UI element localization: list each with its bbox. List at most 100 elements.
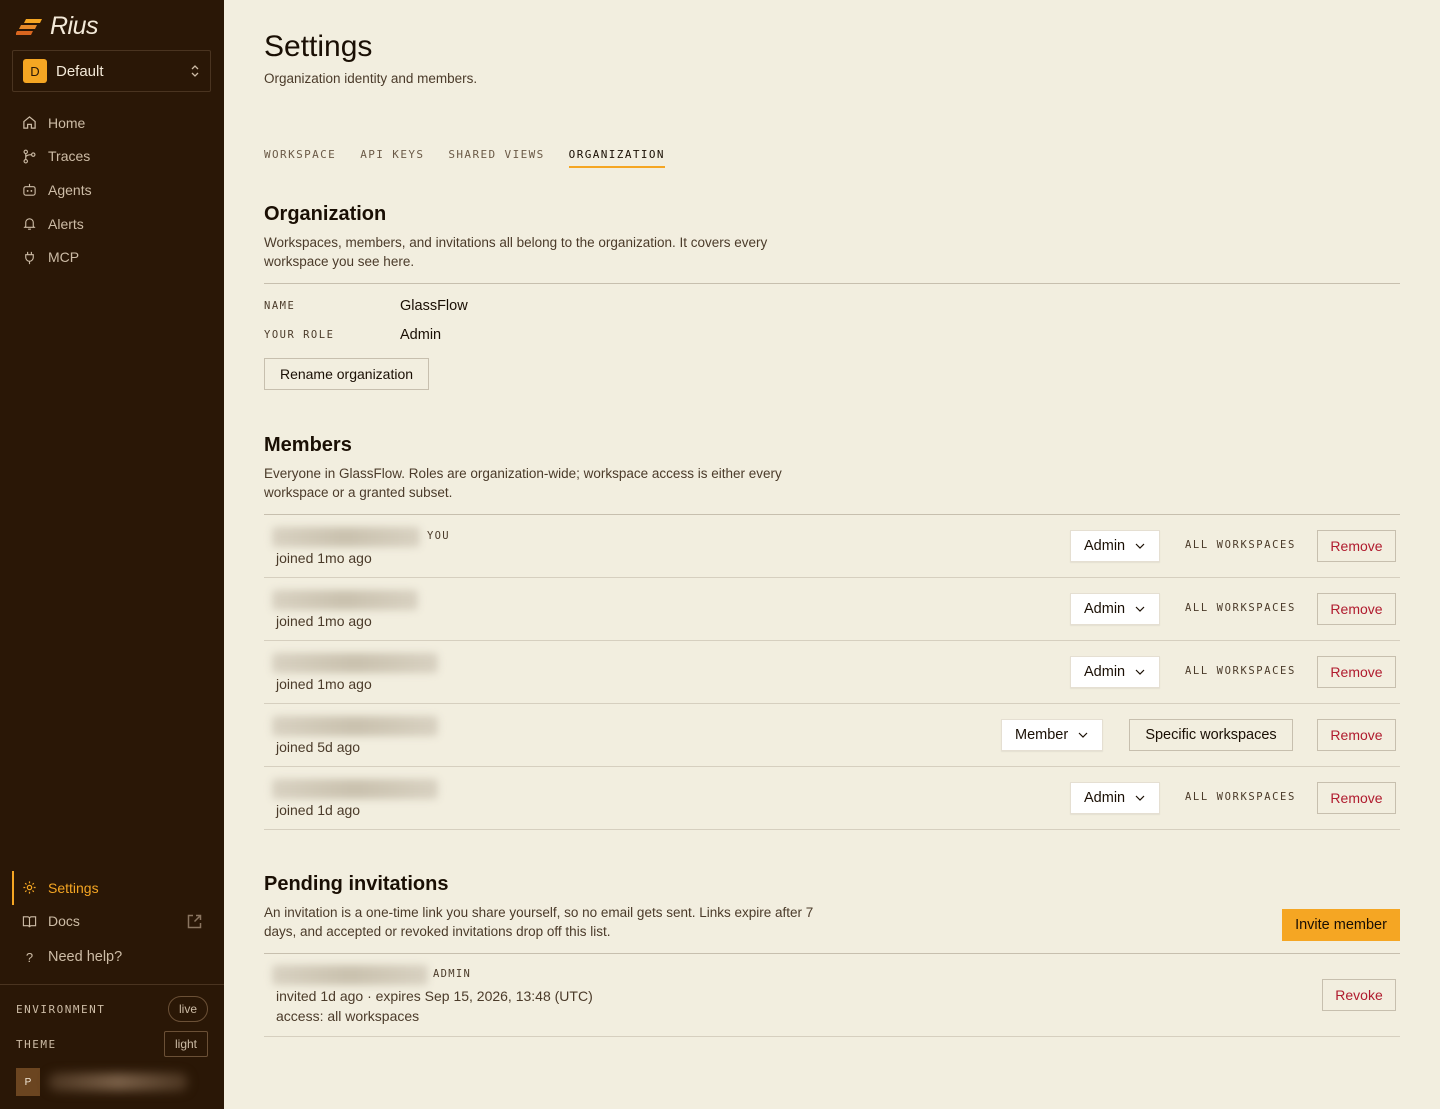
- member-role-select[interactable]: Member: [1001, 719, 1104, 751]
- theme-label: THEME: [16, 1037, 57, 1051]
- nav-label-alerts: Alerts: [48, 215, 84, 232]
- nav-item-mcp[interactable]: MCP: [12, 240, 212, 274]
- chevron-up-down-icon: [191, 65, 199, 77]
- settings-tabs: WORKSPACE API KEYS SHARED VIEWS ORGANIZA…: [264, 148, 665, 168]
- invite-member-button[interactable]: Invite member: [1282, 909, 1400, 941]
- question-icon: ?: [25, 949, 34, 965]
- remove-member-button[interactable]: Remove: [1317, 593, 1396, 625]
- nav-label-mcp: MCP: [48, 249, 80, 266]
- tab-api-keys[interactable]: API KEYS: [360, 148, 424, 168]
- nav-item-agents[interactable]: Agents: [12, 173, 212, 207]
- chevron-down-icon: [1135, 543, 1145, 549]
- nav-label-traces: Traces: [48, 148, 91, 165]
- nav-item-help[interactable]: ? Need help?: [12, 938, 212, 976]
- nav-item-alerts[interactable]: Alerts: [12, 207, 212, 241]
- environment-label: ENVIRONMENT: [16, 1002, 106, 1016]
- invitation-access: access: all workspaces: [276, 1008, 420, 1024]
- member-role-value: Admin: [1084, 790, 1126, 806]
- workspace-selector[interactable]: D Default: [12, 50, 211, 92]
- environment-row: ENVIRONMENT live: [16, 996, 208, 1022]
- nav-label-settings: Settings: [48, 879, 99, 896]
- member-role-select[interactable]: Admin: [1070, 530, 1161, 562]
- org-role-row: YOUR ROLE Admin: [264, 327, 441, 343]
- member-access-label: ALL WORKSPACES: [1185, 665, 1296, 677]
- traces-icon: [23, 149, 36, 164]
- nav-item-traces[interactable]: Traces: [12, 140, 212, 174]
- member-joined: joined 1mo ago: [276, 676, 372, 692]
- sidebar-divider: [0, 984, 224, 985]
- workspace-name: Default: [56, 62, 104, 80]
- member-email-redacted: [272, 653, 438, 673]
- user-menu[interactable]: P: [16, 1068, 208, 1096]
- invitations-title: Pending invitations: [264, 873, 449, 895]
- chevron-down-icon: [1135, 669, 1145, 675]
- nav-label-help: Need help?: [48, 949, 123, 966]
- org-name-value: GlassFlow: [400, 298, 468, 314]
- org-name-row: NAME GlassFlow: [264, 298, 468, 314]
- home-icon: [23, 116, 36, 130]
- bell-icon: [23, 218, 36, 230]
- sidebar: Rius D Default Home Traces Agents Alerts…: [0, 0, 224, 1109]
- organization-divider: [264, 283, 1400, 284]
- member-role-value: Admin: [1084, 664, 1126, 680]
- org-role-value: Admin: [400, 327, 442, 343]
- book-icon: [22, 916, 37, 928]
- remove-member-button[interactable]: Remove: [1317, 530, 1396, 562]
- tab-workspace[interactable]: WORKSPACE: [264, 148, 336, 168]
- remove-member-button[interactable]: Remove: [1317, 656, 1396, 688]
- page-subtitle: Organization identity and members.: [264, 71, 478, 86]
- member-row: joined 1mo ago Admin ALL WORKSPACES Remo…: [264, 641, 1400, 704]
- agents-icon: [23, 184, 36, 197]
- user-name-redacted: [48, 1073, 188, 1091]
- avatar: P: [16, 1068, 40, 1096]
- nav-item-home[interactable]: Home: [12, 106, 212, 140]
- member-role-value: Admin: [1084, 538, 1126, 554]
- remove-member-button[interactable]: Remove: [1317, 782, 1396, 814]
- members-description: Everyone in GlassFlow. Roles are organiz…: [264, 466, 782, 500]
- nav-label-docs: Docs: [48, 913, 80, 930]
- member-row: joined 5d ago Member Specific workspaces…: [264, 704, 1400, 767]
- plug-icon: [25, 251, 34, 264]
- member-role-select[interactable]: Admin: [1070, 656, 1161, 688]
- chevron-down-icon: [1078, 732, 1088, 738]
- invitation-role-tag: ADMIN: [433, 968, 472, 980]
- page-title: Settings: [264, 30, 373, 63]
- member-role-select[interactable]: Admin: [1070, 593, 1161, 625]
- environment-toggle[interactable]: live: [167, 996, 208, 1022]
- member-email-redacted: [272, 779, 438, 799]
- nav-item-docs[interactable]: Docs: [12, 905, 212, 939]
- member-joined: joined 1d ago: [276, 802, 361, 818]
- external-link-icon: [187, 914, 202, 929]
- member-row: joined 1mo ago Admin ALL WORKSPACES Remo…: [264, 578, 1400, 641]
- nav-label-agents: Agents: [48, 181, 92, 198]
- member-joined: joined 1mo ago: [276, 613, 372, 629]
- invitation-row: ADMIN invited 1d ago · expires Sep 15, 2…: [264, 953, 1400, 1037]
- bottom-nav: Settings Docs ? Need help?: [12, 871, 212, 976]
- theme-row: THEME light: [16, 1031, 208, 1057]
- member-row: joined 1d ago Admin ALL WORKSPACES Remov…: [264, 767, 1400, 830]
- organization-title: Organization: [264, 203, 387, 225]
- chevron-down-icon: [1135, 606, 1145, 612]
- nav-label-home: Home: [48, 114, 86, 131]
- you-badge: YOU: [427, 530, 450, 542]
- member-email-redacted: [272, 716, 438, 736]
- member-email-redacted: [272, 590, 418, 610]
- rius-logo-icon: [16, 18, 42, 35]
- member-access-label: ALL WORKSPACES: [1185, 539, 1296, 551]
- member-access-label: ALL WORKSPACES: [1185, 791, 1296, 803]
- nav-item-settings[interactable]: Settings: [12, 871, 212, 905]
- tab-shared-views[interactable]: SHARED VIEWS: [448, 148, 544, 168]
- rename-organization-button[interactable]: Rename organization: [264, 358, 429, 390]
- tab-organization[interactable]: ORGANIZATION: [568, 148, 665, 168]
- invitee-email-redacted: [272, 965, 428, 985]
- remove-member-button[interactable]: Remove: [1317, 719, 1396, 751]
- specific-workspaces-button[interactable]: Specific workspaces: [1129, 719, 1293, 751]
- org-role-label: YOUR ROLE: [264, 329, 335, 341]
- member-row: YOU joined 1mo ago Admin ALL WORKSPACES …: [264, 515, 1400, 578]
- revoke-invitation-button[interactable]: Revoke: [1322, 979, 1396, 1011]
- member-role-select[interactable]: Admin: [1070, 782, 1161, 814]
- members-title: Members: [264, 434, 352, 456]
- app-logo[interactable]: Rius: [16, 12, 99, 41]
- member-role-value: Admin: [1084, 601, 1126, 617]
- theme-toggle[interactable]: light: [163, 1031, 208, 1057]
